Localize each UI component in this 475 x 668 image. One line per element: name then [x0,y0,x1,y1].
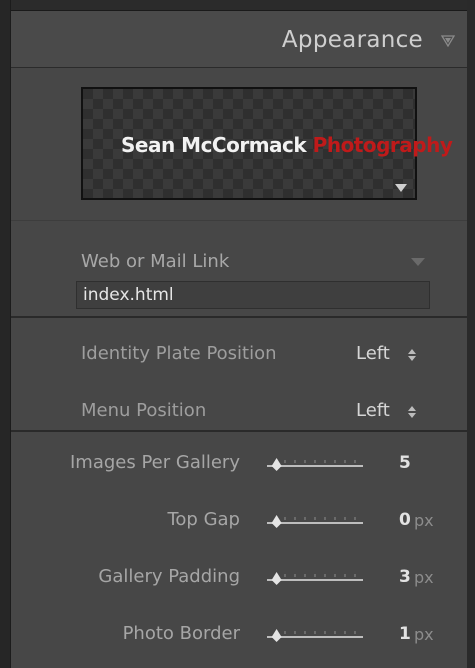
photo-border-value[interactable]: 1 [399,624,411,644]
dropdown-arrow-icon[interactable] [395,184,407,192]
identity-plate-name: Sean McCormack [121,133,307,157]
photo-border-label: Photo Border [122,623,240,644]
position-section: Identity Plate Position Left Menu Positi… [11,318,467,432]
web-link-input[interactable] [76,281,430,309]
window-top-edge [0,0,475,11]
top-gap-label: Top Gap [167,509,240,530]
triangle-down-icon[interactable] [441,35,455,47]
panel-header[interactable]: Appearance [11,11,467,68]
identity-plate-photography: Photography [312,133,453,157]
gallery-padding-unit: px [414,568,434,587]
gallery-sliders-section: Images Per Gallery 5 Top Gap 0 px Galler… [11,432,467,668]
panel-title: Appearance [281,27,423,53]
images-per-gallery-value[interactable]: 5 [399,453,411,473]
web-link-label: Web or Mail Link [81,251,230,272]
identity-plate-text: Sean McCormack Photography [121,133,453,157]
top-gap-value[interactable]: 0 [399,510,411,530]
stepper-icon[interactable] [407,348,417,362]
images-per-gallery-label: Images Per Gallery [70,452,240,473]
photo-border-slider[interactable] [265,625,365,645]
slider-thumb [271,572,282,585]
appearance-panel: Appearance Sean McCormack Photography We… [11,11,467,668]
panel-left-edge [0,0,11,668]
gallery-padding-label: Gallery Padding [98,566,240,587]
top-gap-slider[interactable] [265,511,365,531]
dropdown-arrow-icon[interactable] [411,258,425,266]
identity-plate-section: Sean McCormack Photography [11,68,467,221]
identity-plate-position-label: Identity Plate Position [81,343,277,364]
web-link-section: Web or Mail Link [11,221,467,318]
slider-thumb [271,629,282,642]
top-gap-unit: px [414,511,434,530]
menu-position-label: Menu Position [81,400,207,421]
stepper-icon[interactable] [407,405,417,419]
gallery-padding-value[interactable]: 3 [399,567,411,587]
photo-border-unit: px [414,625,434,644]
identity-plate[interactable]: Sean McCormack Photography [81,87,453,200]
images-per-gallery-slider[interactable] [265,454,365,474]
panel-right-edge [467,0,475,668]
identity-plate-position-value[interactable]: Left [356,343,390,364]
gallery-padding-slider[interactable] [265,568,365,588]
slider-thumb [271,458,282,471]
slider-thumb [271,515,282,528]
menu-position-value[interactable]: Left [356,400,390,421]
